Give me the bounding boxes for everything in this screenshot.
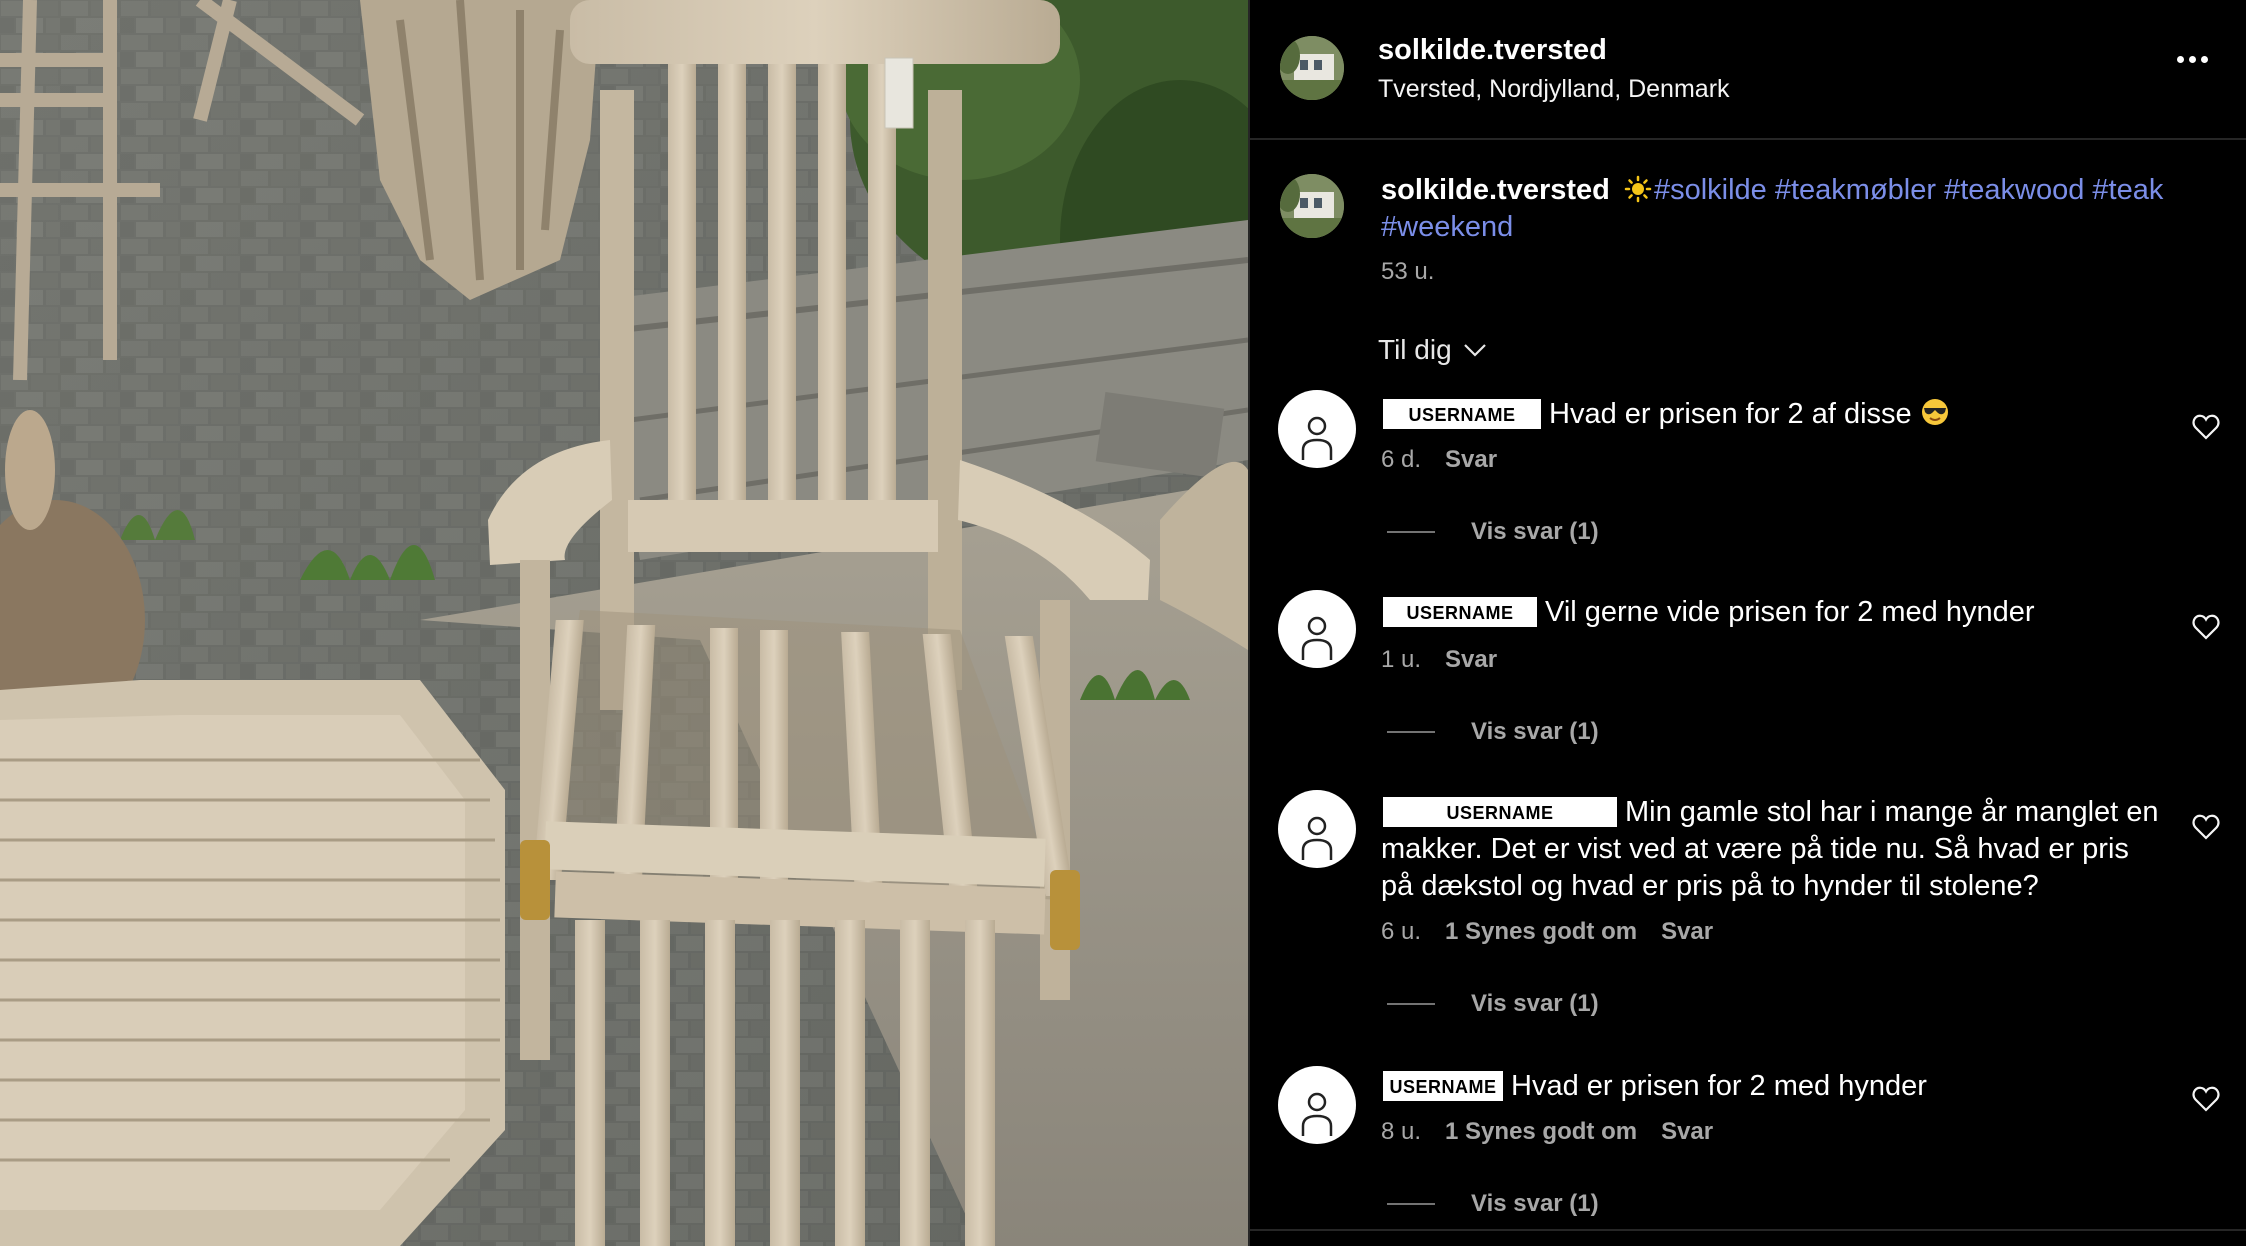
view-replies-button[interactable]: Vis svar (1) [1387,518,1599,546]
heart-outline-icon[interactable] [2192,814,2220,840]
comment-username[interactable]: USERNAME [1381,1069,1505,1103]
comment-body: USERNAME Vil gerne vide prisen for 2 med … [1381,594,2161,631]
comment-body: USERNAME Hvad er prisen for 2 af disse [1381,396,2161,433]
hashtag-solkilde[interactable]: #solkilde [1654,174,1767,206]
hashtag-teakmobler[interactable]: #teakmøbler [1775,174,1936,206]
sun-emoji-icon [1624,175,1652,203]
view-replies-button[interactable]: Vis svar (1) [1387,718,1599,746]
comment-text: Vil gerne vide prisen for 2 med hynder [1545,596,2035,628]
comment-time[interactable]: 1 u. [1381,646,1421,674]
view-replies-label: Vis svar (1) [1471,990,1599,1017]
comment-meta: 8 u. 1 Synes godt om Svar [1381,1118,1713,1146]
default-avatar-icon[interactable] [1278,790,1356,868]
teak-deck-chair-photo [0,0,1248,1246]
chevron-down-icon [1463,344,1486,357]
reply-button[interactable]: Svar [1445,446,1497,474]
default-avatar-icon[interactable] [1278,590,1356,668]
comment-sort-dropdown[interactable]: Til dig [1378,334,1488,366]
hashtag-teak[interactable]: #teak [2092,174,2163,206]
comment-username[interactable]: USERNAME [1381,595,1539,629]
view-replies-label: Vis svar (1) [1471,718,1599,745]
caption-avatar-image [1280,174,1344,238]
profile-avatar-image [1280,36,1344,100]
caption-avatar[interactable] [1280,174,1344,238]
likes-count[interactable]: 1 Synes godt om [1445,918,1637,946]
caption-username[interactable]: solkilde.tversted [1381,174,1610,206]
heart-outline-icon[interactable] [2192,614,2220,640]
comment-text: Hvad er prisen for 2 af disse [1549,398,1912,430]
hashtag-teakwood[interactable]: #teakwood [1944,174,2084,206]
reply-button[interactable]: Svar [1445,646,1497,674]
view-replies-button[interactable]: Vis svar (1) [1387,990,1599,1018]
comment-meta: 6 u. 1 Synes godt om Svar [1381,918,1713,946]
comment-body: USERNAME Hvad er prisen for 2 med hynder [1381,1068,2161,1105]
heart-outline-icon[interactable] [2192,1086,2220,1112]
comment-time[interactable]: 6 d. [1381,446,1421,474]
likes-count[interactable]: 1 Synes godt om [1445,1118,1637,1146]
comment-text: Hvad er prisen for 2 med hynder [1511,1070,1927,1102]
caption-text: solkilde.tversted #solkilde #teakmøbler … [1381,172,2211,246]
profile-avatar[interactable] [1280,36,1344,100]
replies-divider [1387,1003,1435,1005]
sort-label: Til dig [1378,334,1452,365]
replies-divider [1387,1203,1435,1205]
default-avatar-icon[interactable] [1278,390,1356,468]
post-author-username[interactable]: solkilde.tversted [1378,34,1607,67]
comment-body: USERNAME Min gamle stol har i mange år ma… [1381,794,2161,905]
reply-button[interactable]: Svar [1661,1118,1713,1146]
post-details-panel: solkilde.tversted Tversted, Nordjylland,… [1248,0,2246,1246]
comment-username[interactable]: USERNAME [1381,397,1543,431]
comment-time[interactable]: 8 u. [1381,1118,1421,1146]
sunglasses-emoji-icon [1921,399,1948,425]
comment-time[interactable]: 6 u. [1381,918,1421,946]
heart-outline-icon[interactable] [2192,414,2220,440]
post-photo [0,0,1248,1246]
replies-divider [1387,531,1435,533]
post-header: solkilde.tversted Tversted, Nordjylland,… [1250,0,2246,140]
view-replies-button[interactable]: Vis svar (1) [1387,1190,1599,1218]
comment-meta: 1 u. Svar [1381,646,1497,674]
post-timestamp[interactable]: 53 u. [1381,258,1434,286]
comment-username[interactable]: USERNAME [1381,795,1619,829]
hashtag-weekend[interactable]: #weekend [1381,211,1513,243]
default-avatar-icon[interactable] [1278,1066,1356,1144]
replies-divider [1387,731,1435,733]
comment-meta: 6 d. Svar [1381,446,1497,474]
panel-divider [1250,1229,2246,1231]
view-replies-label: Vis svar (1) [1471,1190,1599,1217]
view-replies-label: Vis svar (1) [1471,518,1599,545]
post-location[interactable]: Tversted, Nordjylland, Denmark [1378,75,1730,104]
reply-button[interactable]: Svar [1661,918,1713,946]
more-options-icon[interactable] [2177,56,2208,63]
